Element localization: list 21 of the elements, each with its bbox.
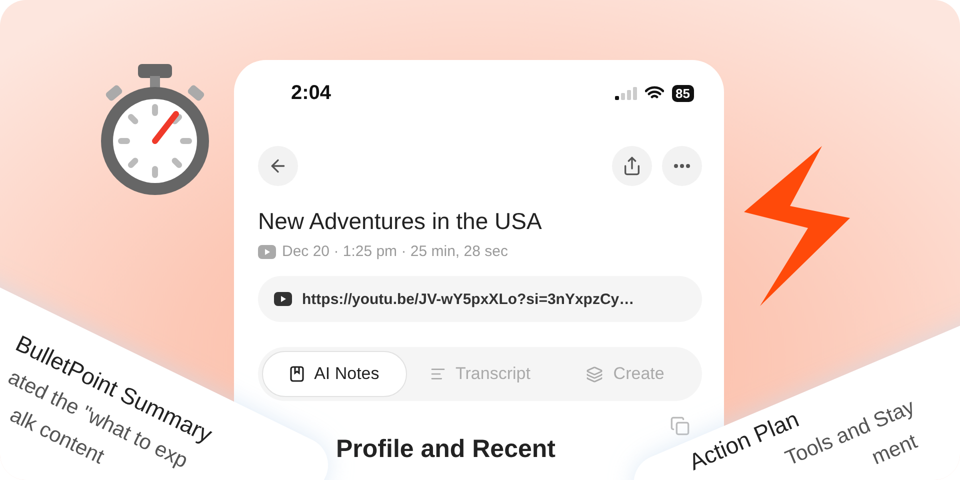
video-icon <box>274 292 292 306</box>
tab[interactable]: AI Notes <box>262 351 408 397</box>
status-time: 2:04 <box>291 82 332 104</box>
wifi-icon <box>644 86 664 100</box>
share-icon <box>622 156 642 176</box>
back-button[interactable] <box>258 146 298 186</box>
stopwatch-icon <box>98 64 212 196</box>
video-icon <box>258 244 276 258</box>
video-meta: Dec 20 · 1:25 pm · 25 min, 28 sec <box>282 243 508 260</box>
notebook-icon <box>290 366 304 382</box>
layers-icon <box>586 366 604 382</box>
battery-level: 85 <box>672 84 694 102</box>
signal-icon <box>614 86 637 100</box>
link-field[interactable]: https://youtu.be/JV-wY5pxXLo?si=3nYxpzCy… <box>258 276 702 322</box>
lightning-icon <box>744 146 850 306</box>
more-icon <box>674 164 690 168</box>
share-button[interactable] <box>612 146 652 186</box>
more-button[interactable] <box>662 146 702 186</box>
section-heading: Profile and Recent <box>336 435 556 464</box>
lines-icon <box>430 366 446 382</box>
video-title: New Adventures in the USA <box>258 208 543 235</box>
